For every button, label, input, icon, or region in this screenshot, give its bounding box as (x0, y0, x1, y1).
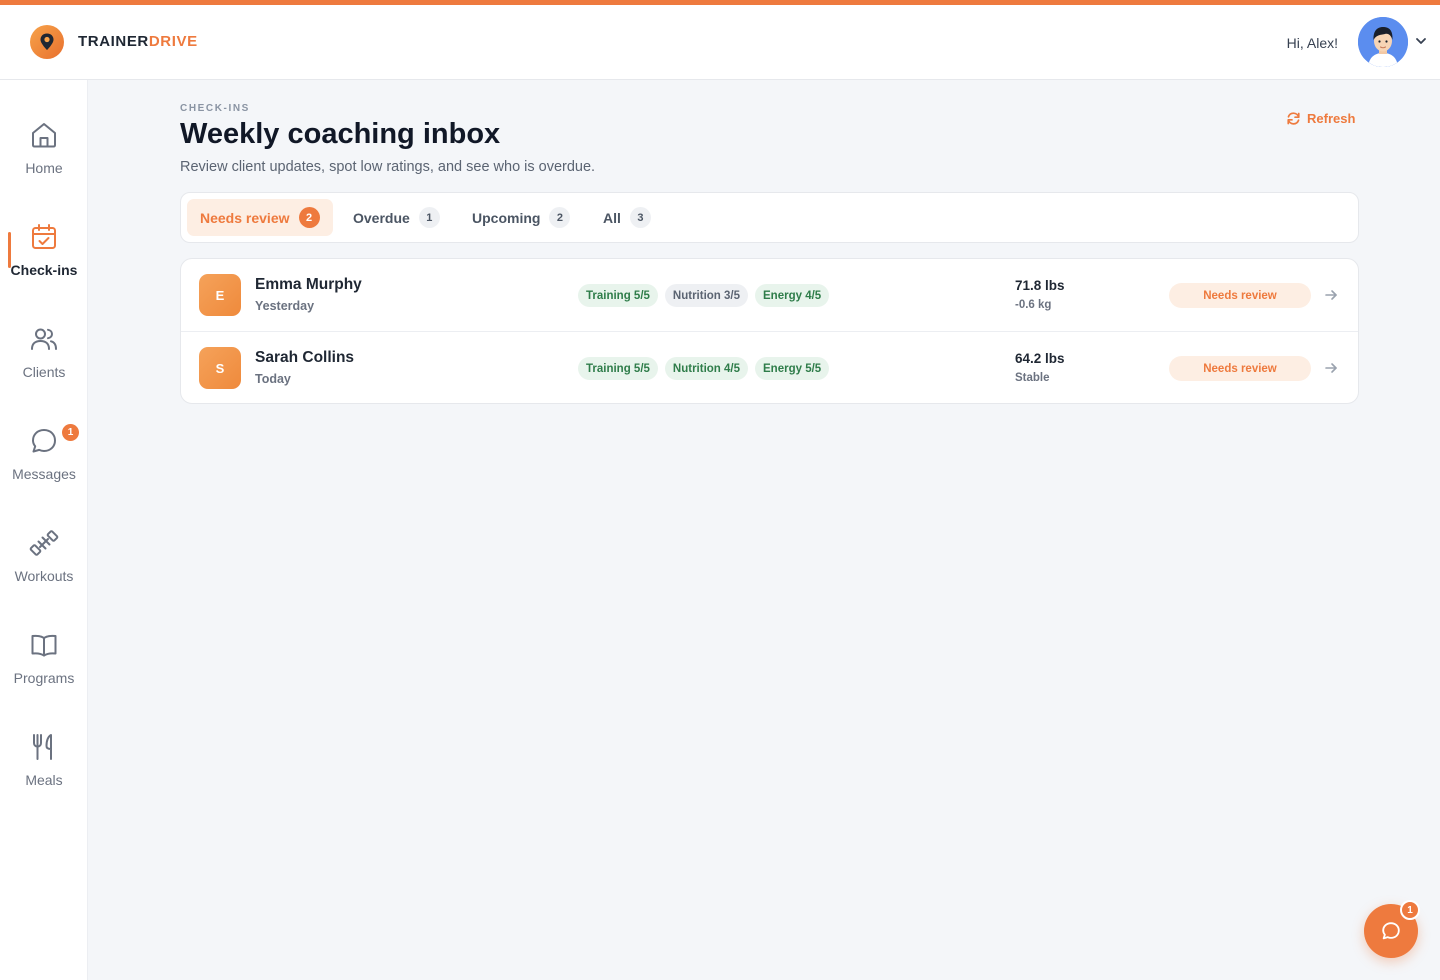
client-weight: 64.2 lbs (1015, 351, 1065, 366)
sidebar-item-meals[interactable]: Meals (0, 726, 88, 806)
message-icon (32, 429, 56, 453)
status-badge: Needs review (1169, 356, 1311, 381)
chat-notification-badge: 1 (1400, 900, 1420, 920)
page-title: Weekly coaching inbox (180, 118, 501, 150)
tab-count-badge: 2 (298, 207, 320, 228)
rating-chip-energy: Energy 5/5 (755, 357, 830, 380)
sidebar-item-home[interactable]: Home (0, 114, 88, 194)
chevron-down-icon[interactable] (1414, 34, 1428, 48)
calendar-check-icon (32, 224, 56, 249)
top-bar: TRAINERDRIVE Hi, Alex! (0, 5, 1440, 80)
home-icon (32, 123, 56, 148)
page-subtitle: Review client updates, spot low ratings,… (180, 159, 596, 175)
sidebar-item-programs[interactable]: Programs (0, 624, 88, 704)
tab-count-badge: 1 (418, 207, 440, 228)
tab-label: Needs review (200, 209, 290, 226)
checkin-date: Today (255, 372, 291, 386)
user-greeting: Hi, Alex! (1286, 35, 1338, 51)
sidebar-item-label: Messages (12, 466, 76, 482)
rating-chip-training: Training 5/5 (578, 284, 658, 307)
arrow-right-icon[interactable] (1324, 288, 1338, 302)
tab-label: Upcoming (472, 209, 541, 226)
client-name: Emma Murphy (255, 276, 362, 293)
dumbbell-icon (29, 530, 59, 556)
page-eyebrow: CHECK-INS (180, 103, 250, 114)
chat-icon (1382, 922, 1400, 940)
map-pin-icon[interactable] (30, 25, 64, 59)
sidebar-item-messages[interactable]: Messages 1 (0, 420, 88, 500)
rating-chips: Training 5/5 Nutrition 4/5 Energy 5/5 (578, 357, 830, 380)
checkin-row[interactable]: E Emma Murphy Yesterday Training 5/5 Nut… (181, 259, 1358, 331)
tab-overdue[interactable]: Overdue 1 (340, 199, 453, 236)
client-weight: 71.8 lbs (1015, 278, 1065, 293)
tab-needs-review[interactable]: Needs review 2 (187, 199, 333, 236)
refresh-icon (1287, 112, 1300, 125)
refresh-label: Refresh (1307, 111, 1356, 126)
filter-tabs: Needs review 2 Overdue 1 Upcoming 2 All … (180, 192, 1359, 243)
checkin-list: E Emma Murphy Yesterday Training 5/5 Nut… (180, 258, 1359, 404)
users-icon (31, 328, 57, 350)
user-avatar[interactable] (1358, 17, 1408, 67)
arrow-right-icon[interactable] (1324, 361, 1338, 375)
checkin-row[interactable]: S Sarah Collins Today Training 5/5 Nutri… (181, 331, 1358, 403)
tab-label: All (603, 209, 621, 226)
active-indicator (8, 232, 11, 268)
rating-chip-nutrition: Nutrition 4/5 (664, 357, 749, 380)
brand-name-part2: DRIVE (148, 33, 198, 50)
brand-name-part1: TRAINER (78, 33, 149, 50)
client-initial-avatar: E (199, 274, 241, 316)
sidebar-item-label: Meals (25, 772, 63, 788)
sidebar-item-label: Clients (22, 364, 66, 380)
refresh-button[interactable]: Refresh (1286, 111, 1355, 126)
sidebar-item-label: Home (25, 160, 63, 176)
sidebar-item-label: Workouts (14, 568, 74, 584)
weight-change: -0.6 kg (1015, 299, 1052, 311)
client-initial-avatar: S (199, 347, 241, 389)
client-name: Sarah Collins (255, 349, 355, 366)
sidebar-item-clients[interactable]: Clients (0, 318, 88, 398)
sidebar-item-label: Programs (13, 670, 75, 686)
rating-chip-energy: Energy 4/5 (755, 284, 830, 307)
book-icon (31, 634, 57, 657)
status-badge: Needs review (1169, 283, 1311, 308)
tab-label: Overdue (353, 209, 410, 226)
weight-change: Stable (1015, 372, 1050, 384)
brand-logo[interactable]: TRAINERDRIVE (78, 33, 198, 50)
rating-chips: Training 5/5 Nutrition 3/5 Energy 4/5 (578, 284, 830, 307)
tab-count-badge: 3 (629, 207, 651, 228)
tab-all[interactable]: All 3 (590, 199, 664, 236)
utensils-icon (33, 734, 52, 760)
tab-count-badge: 2 (549, 207, 571, 228)
notification-badge: 1 (62, 424, 79, 441)
rating-chip-nutrition: Nutrition 3/5 (664, 284, 749, 307)
sidebar: Home Check-ins Clients Messages 1 Workou… (0, 80, 88, 980)
sidebar-item-check-ins[interactable]: Check-ins (0, 216, 88, 296)
sidebar-item-label: Check-ins (10, 262, 78, 278)
tab-upcoming[interactable]: Upcoming 2 (459, 199, 583, 236)
checkin-date: Yesterday (255, 299, 315, 313)
rating-chip-training: Training 5/5 (578, 357, 658, 380)
sidebar-item-workouts[interactable]: Workouts (0, 522, 88, 602)
